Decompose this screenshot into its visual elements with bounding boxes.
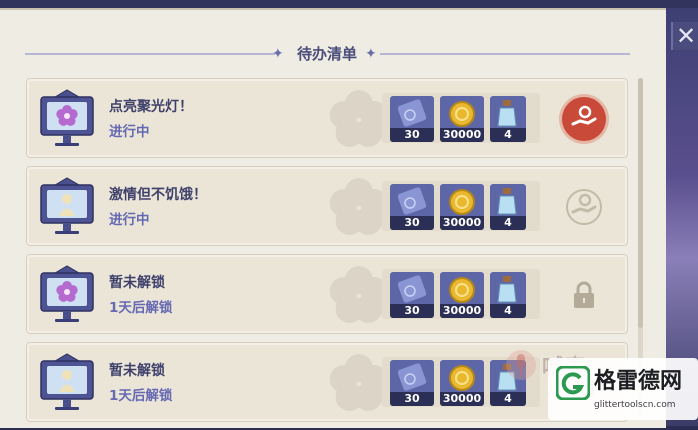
close-button[interactable]: ✕: [671, 22, 698, 50]
task-action[interactable]: [554, 97, 614, 141]
reward-item[interactable]: 30: [390, 184, 434, 230]
claim-reward-button[interactable]: [562, 97, 606, 141]
notice-board-icon: [40, 89, 94, 146]
close-icon: ✕: [675, 22, 697, 50]
task-action: [554, 273, 614, 317]
watermark-mic-icon: [506, 350, 536, 380]
reward-count: 30: [390, 216, 434, 230]
task-card: 激情但不饥饿！ 进行中 30 30000 4: [26, 166, 628, 246]
ticket-icon: [397, 99, 427, 127]
task-status: 进行中: [109, 212, 150, 228]
reward-count: 30: [390, 392, 434, 406]
task-name: 点亮聚光灯！: [109, 99, 193, 115]
sparkle-icon: ✦: [272, 46, 284, 62]
potion-icon: [497, 276, 517, 303]
reward-list: 30 30000 4: [382, 93, 540, 143]
reward-count: 30000: [440, 128, 484, 142]
reward-count: 4: [490, 128, 526, 142]
watermark-title: 格雷德网: [594, 369, 683, 394]
panel-header: ✦ 待办清单 ✦: [20, 44, 632, 64]
task-status: 1天后解锁: [109, 300, 173, 316]
coin-icon: [449, 365, 475, 391]
reward-item[interactable]: 4: [490, 272, 526, 318]
reward-item[interactable]: 30000: [440, 96, 484, 142]
reward-count: 4: [490, 216, 526, 230]
task-name: 暂未解锁: [109, 275, 165, 291]
reward-list: 30 30000 4: [382, 269, 540, 319]
reward-count: 30: [390, 128, 434, 142]
reward-count: 30: [390, 304, 434, 318]
claim-reward-button: [562, 185, 606, 229]
reward-item[interactable]: 4: [490, 184, 526, 230]
reward-item[interactable]: 4: [490, 96, 526, 142]
reward-item[interactable]: 30: [390, 272, 434, 318]
potion-icon: [497, 100, 517, 127]
header-divider-right: [380, 53, 630, 55]
reward-count: 30000: [440, 392, 484, 406]
task-card: 暂未解锁 1天后解锁 30 30000 4: [26, 254, 628, 334]
reward-count: 4: [490, 304, 526, 318]
notice-board-icon: [40, 353, 94, 410]
task-status: 进行中: [109, 124, 150, 140]
notice-board-icon: [40, 265, 94, 322]
ticket-icon: [397, 187, 427, 215]
hand-reward-icon: [566, 189, 602, 225]
task-action: [554, 185, 614, 229]
coin-icon: [449, 101, 475, 127]
watermark-url: glittertoolscn.com: [594, 400, 676, 410]
potion-icon: [497, 188, 517, 215]
coin-icon: [449, 189, 475, 215]
task-name: 激情但不饥饿！: [109, 187, 207, 203]
task-name: 暂未解锁: [109, 363, 165, 379]
reward-item[interactable]: 30: [390, 360, 434, 406]
reward-item[interactable]: 30000: [440, 272, 484, 318]
reward-count: 30000: [440, 304, 484, 318]
reward-count: 30000: [440, 216, 484, 230]
sparkle-icon: ✦: [365, 46, 377, 62]
reward-count: 4: [490, 392, 526, 406]
reward-list: 30 30000 4: [382, 181, 540, 231]
lock-icon: [574, 281, 594, 308]
scrollbar-thumb[interactable]: [638, 78, 643, 328]
site-watermark: 格雷德网 glittertoolscn.com: [548, 358, 698, 420]
task-card: 点亮聚光灯！ 进行中 30 30000 4: [26, 78, 628, 158]
reward-item[interactable]: 30000: [440, 360, 484, 406]
header-divider-left: [25, 53, 275, 55]
reward-item[interactable]: 30: [390, 96, 434, 142]
reward-item[interactable]: 30000: [440, 184, 484, 230]
ticket-icon: [397, 275, 427, 303]
task-status: 1天后解锁: [109, 388, 173, 404]
watermark-logo-icon: [556, 366, 590, 400]
notice-board-icon: [40, 177, 94, 234]
page-title: 待办清单: [296, 45, 357, 63]
hand-reward-icon: [571, 105, 597, 126]
coin-icon: [449, 277, 475, 303]
ticket-icon: [397, 363, 427, 391]
